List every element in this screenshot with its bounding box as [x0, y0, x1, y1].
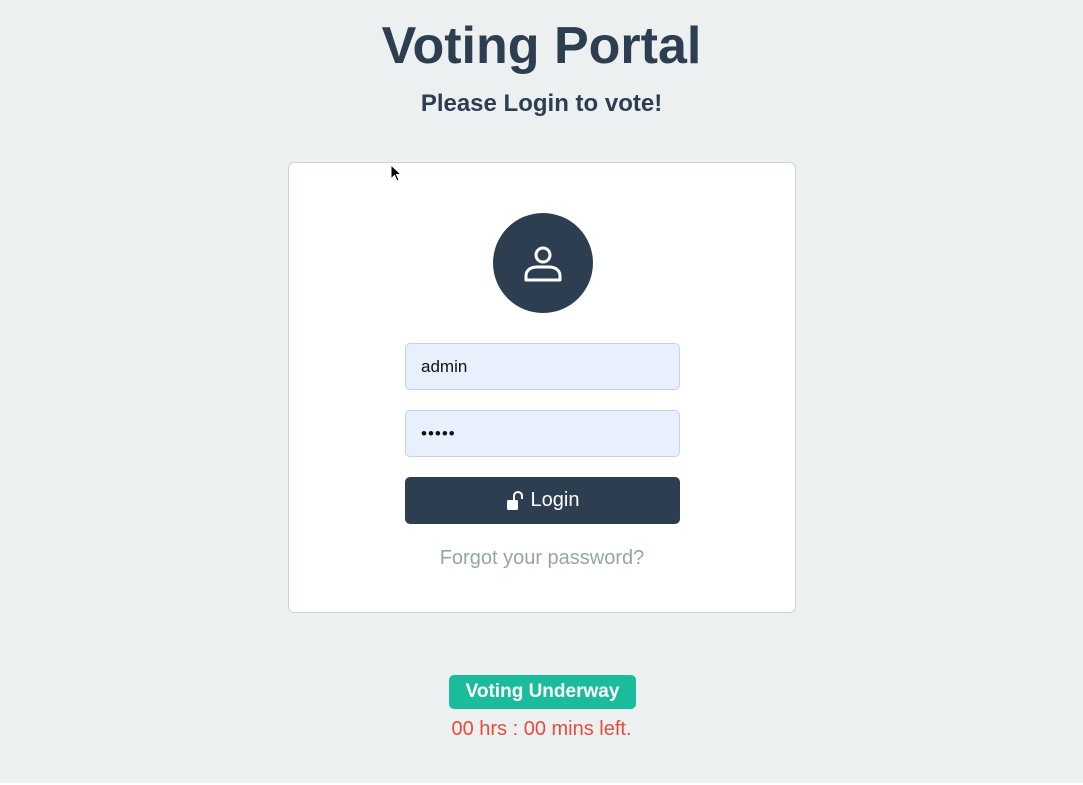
mouse-pointer-icon: [390, 164, 402, 182]
password-input[interactable]: [405, 410, 680, 457]
page-subtitle: Please Login to vote!: [420, 90, 663, 117]
login-button-label: Login: [530, 489, 580, 511]
login-card: Login Forgot your password?: [288, 162, 796, 613]
unlock-icon: [506, 490, 523, 510]
forgot-password-link[interactable]: Forgot your password?: [289, 547, 795, 570]
login-button[interactable]: Login: [405, 477, 680, 524]
avatar: [493, 213, 593, 313]
status-badge: Voting Underway: [449, 675, 636, 709]
time-remaining: 00 hrs : 00 mins left.: [451, 718, 632, 740]
page-title: Voting Portal: [381, 17, 702, 75]
username-input[interactable]: [405, 343, 680, 390]
page: Voting Portal Please Login to vote! Logi…: [0, 0, 1083, 783]
user-icon: [524, 246, 562, 282]
